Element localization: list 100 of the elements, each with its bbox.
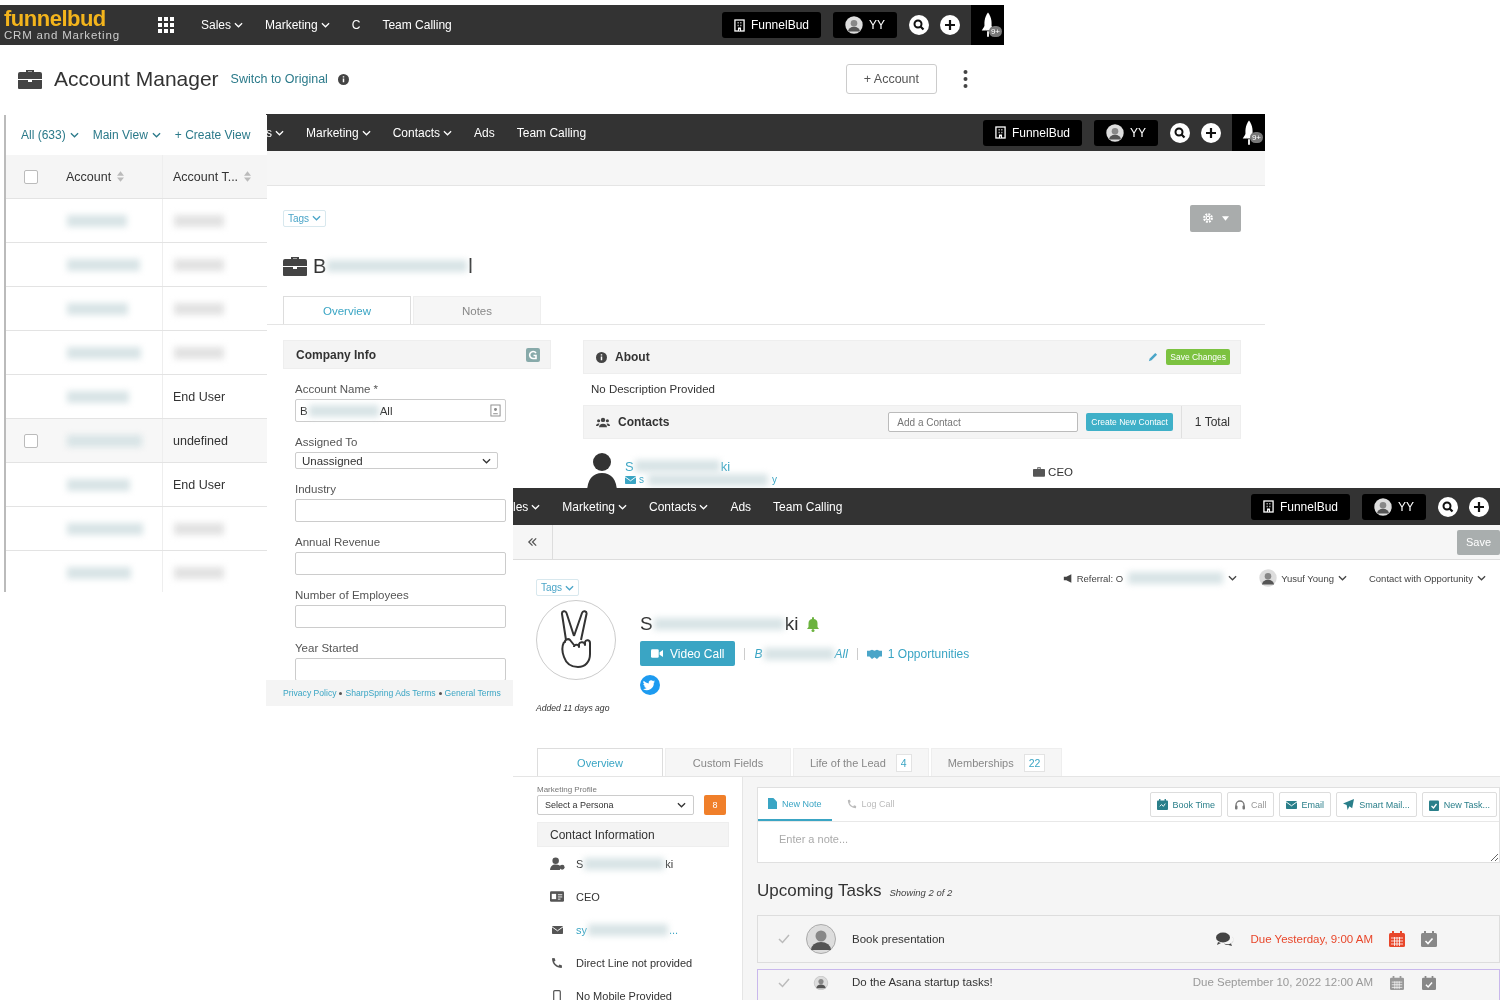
nav-menu-item[interactable]: C <box>340 18 372 32</box>
nav-menu-item[interactable]: Marketing <box>551 499 639 514</box>
input-field[interactable]: B All <box>295 399 506 422</box>
calendar-check-icon[interactable] <box>1421 931 1437 947</box>
nav-menu-item[interactable]: Ads <box>719 499 763 514</box>
view-filter[interactable]: + Create View <box>174 128 251 142</box>
table-row[interactable]: undefined <box>6 419 267 463</box>
nav-menu-item[interactable]: Team Calling <box>762 499 854 514</box>
organization-button[interactable]: FunnelBud <box>1250 493 1350 520</box>
user-menu-button[interactable]: YY <box>1094 119 1158 146</box>
search-icon[interactable] <box>1170 122 1190 143</box>
comments-icon <box>1216 932 1235 946</box>
separator-dot <box>438 691 442 695</box>
add-contact-field[interactable]: Add a Contact <box>888 412 1079 432</box>
notifications-button[interactable]: 9+ <box>1232 114 1265 151</box>
view-filter[interactable]: All (633) <box>21 128 79 142</box>
meta-dropdown[interactable]: Referral: O <box>1062 572 1238 584</box>
switch-link[interactable]: Switch to Original <box>230 72 328 86</box>
page-title: Account Manager <box>54 67 219 91</box>
user-menu-button[interactable]: YY <box>1362 493 1426 520</box>
tab[interactable]: Life of the Lead 4 <box>793 748 929 776</box>
nav-menu-item[interactable]: Contacts <box>381 125 464 140</box>
blurred-text <box>174 214 224 227</box>
organization-button[interactable]: FunnelBud <box>721 12 821 38</box>
meta-dropdown[interactable]: Yusuf Young <box>1259 569 1347 587</box>
caret-icon <box>1228 575 1238 581</box>
search-icon[interactable] <box>1438 496 1458 517</box>
field-label: Number of Employees <box>295 589 409 601</box>
users-icon <box>596 416 610 428</box>
action-button[interactable]: Smart Mail... <box>1336 792 1417 817</box>
action-button[interactable]: New Task... <box>1421 792 1497 817</box>
input-field[interactable] <box>295 605 506 628</box>
plus-icon[interactable] <box>1201 122 1221 143</box>
description-text: No Description Provided <box>590 382 716 397</box>
contact-name: S ki <box>640 613 799 635</box>
task-row[interactable]: Do the Asana startup tasks! Due September 10, 2022 12:00 AM <box>757 969 1500 1000</box>
select-all-checkbox[interactable] <box>24 169 38 184</box>
caret-icon <box>443 129 453 136</box>
field-label: Industry <box>295 483 336 495</box>
column-header[interactable]: Account <box>56 155 162 198</box>
megaphone-icon <box>1062 573 1073 583</box>
nav-menu-item[interactable]: Sales <box>190 18 255 32</box>
envelope-icon <box>1285 800 1297 809</box>
nav-menu-item[interactable]: Team Calling <box>371 18 463 32</box>
assigned-select[interactable]: Unassigned <box>295 452 498 469</box>
table-row[interactable] <box>6 199 267 243</box>
blurred-text <box>174 566 224 579</box>
briefcase-icon <box>1033 467 1046 477</box>
nav-menu-item[interactable]: Marketing <box>295 125 382 140</box>
contact-card-icon <box>490 404 501 417</box>
persona-select[interactable]: Select a Persona <box>537 795 694 815</box>
calendar-icon[interactable] <box>1389 976 1405 990</box>
field-label: Annual Revenue <box>295 536 381 548</box>
plus-icon[interactable] <box>940 15 960 35</box>
input-field[interactable] <box>295 499 506 522</box>
action-button[interactable]: Book Time <box>1149 792 1223 817</box>
settings-icon <box>1202 212 1214 224</box>
plus-icon[interactable] <box>1469 496 1489 517</box>
nav-menu-item[interactable]: les <box>513 499 552 514</box>
edit-icon[interactable] <box>1147 351 1159 363</box>
calendar-icon[interactable] <box>1389 931 1405 947</box>
table-row[interactable] <box>6 287 267 331</box>
avatar-icon <box>845 16 863 34</box>
user-menu-button[interactable]: YY <box>833 12 897 38</box>
task-row[interactable]: Book presentation Due Yesterday, 9:00 AM <box>757 915 1500 963</box>
section-title: Contact Information <box>550 827 655 842</box>
envelope-icon <box>549 925 565 934</box>
nav-menu-item[interactable]: Ads <box>463 125 506 140</box>
search-icon[interactable] <box>909 15 929 35</box>
nav-menu-item[interactable]: Marketing <box>254 18 341 32</box>
settings-dropdown-button[interactable] <box>1190 204 1241 232</box>
table-row[interactable] <box>6 331 267 375</box>
table-row[interactable] <box>6 243 267 287</box>
nav-menu-item[interactable]: Contacts <box>638 499 720 514</box>
headset-icon <box>1234 798 1247 811</box>
calendar-check-icon[interactable] <box>1421 976 1437 990</box>
meta-dropdown[interactable]: Contact with Opportunity <box>1368 572 1486 584</box>
caret-icon <box>320 22 330 28</box>
tab-count: 22 <box>1023 753 1046 772</box>
caret-icon <box>1337 575 1347 581</box>
avatar-icon <box>1374 497 1392 516</box>
table-row[interactable]: End User <box>6 463 267 507</box>
row-checkbox[interactable] <box>24 433 38 448</box>
logo[interactable]: funnelbud CRM and Marketing <box>0 8 152 42</box>
twitter-icon[interactable] <box>640 675 660 695</box>
field-label: Marketing Profile <box>537 785 599 794</box>
blurred-text <box>67 478 130 491</box>
calendar-icon <box>1156 799 1168 810</box>
organization-button[interactable]: FunnelBud <box>982 119 1082 146</box>
contact-detail: S ki <box>576 857 674 870</box>
user-icon <box>549 857 565 870</box>
add-account-button[interactable]: + Account <box>845 64 937 94</box>
view-filter[interactable]: Main View <box>92 128 161 142</box>
nav-menu-item[interactable]: s <box>266 125 295 140</box>
action-button[interactable]: Email <box>1278 792 1332 817</box>
notifications-button[interactable]: 9+ <box>971 5 1004 45</box>
more-menu-icon[interactable] <box>963 70 968 88</box>
input-field[interactable] <box>295 552 506 575</box>
table-row[interactable] <box>6 507 267 551</box>
nav-menu-item[interactable]: Team Calling <box>505 125 598 140</box>
